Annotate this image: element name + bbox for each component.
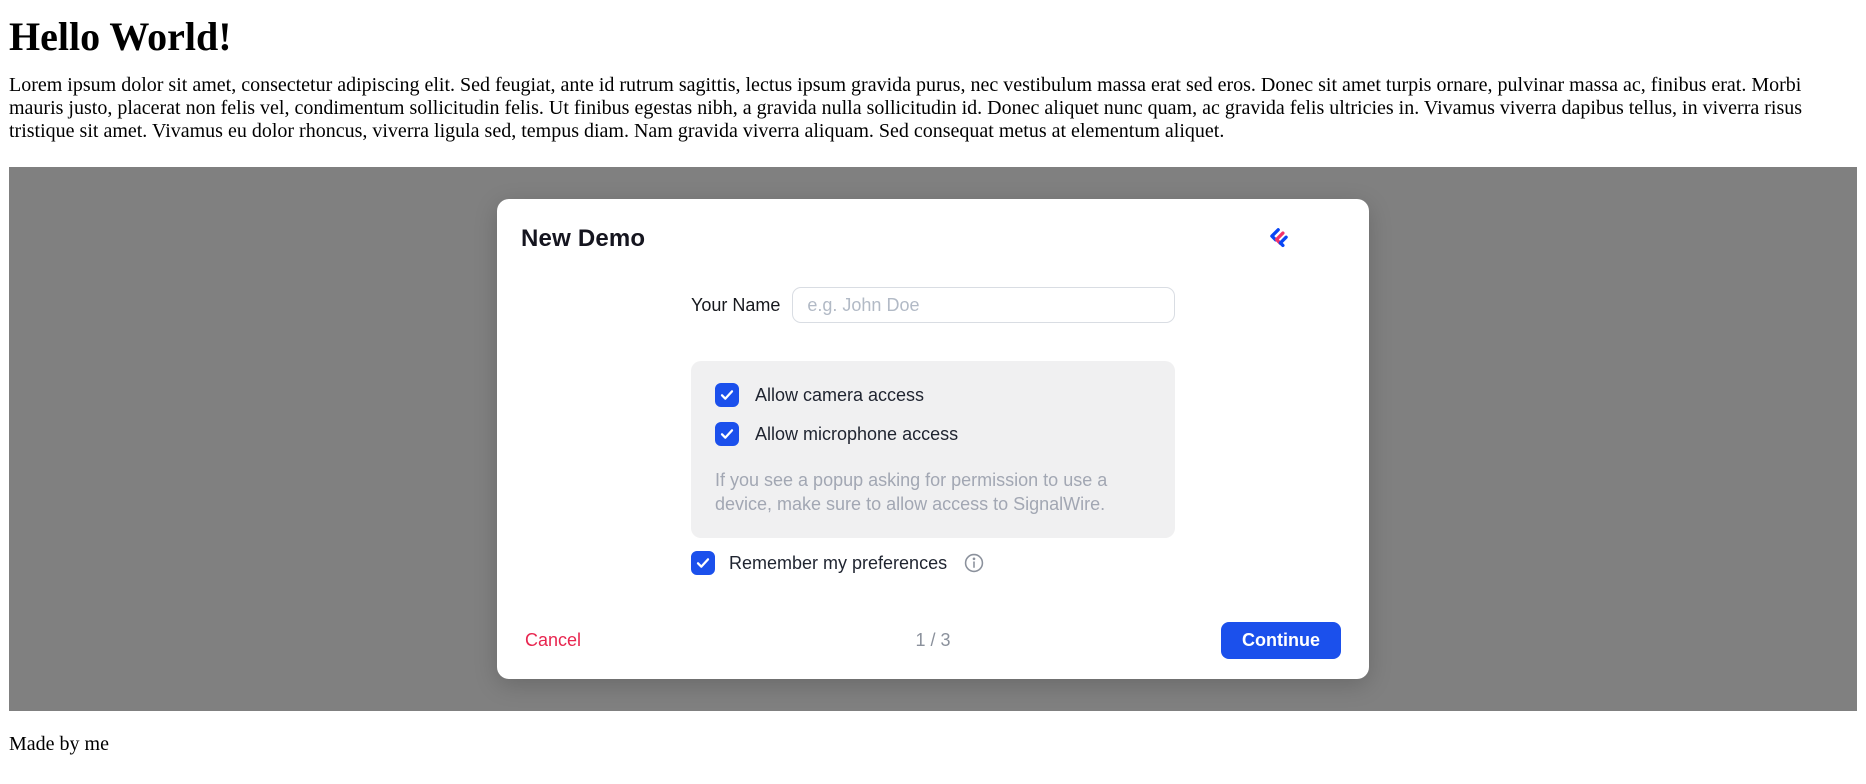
continue-button[interactable]: Continue xyxy=(1221,622,1341,659)
camera-access-row: Allow camera access xyxy=(715,383,1151,407)
info-icon[interactable] xyxy=(963,552,985,574)
modal-backdrop: New Demo Your Name xyxy=(9,167,1857,711)
checkmark-icon xyxy=(719,387,735,403)
intro-paragraph: Lorem ipsum dolor sit amet, consectetur … xyxy=(9,74,1857,143)
name-field-row: Your Name xyxy=(691,287,1175,323)
dialog-footer: Cancel 1 / 3 Continue xyxy=(497,622,1369,679)
page-title: Hello World! xyxy=(9,14,1857,60)
signalwire-logo-icon xyxy=(1267,227,1291,251)
microphone-access-checkbox[interactable] xyxy=(715,422,739,446)
permissions-panel: Allow camera access Allow microphone acc… xyxy=(691,361,1175,538)
checkmark-icon xyxy=(695,555,711,571)
step-indicator: 1 / 3 xyxy=(915,630,950,651)
remember-preferences-label: Remember my preferences xyxy=(729,553,947,574)
camera-access-checkbox[interactable] xyxy=(715,383,739,407)
remember-preferences-row: Remember my preferences xyxy=(691,551,1175,575)
name-input[interactable] xyxy=(792,287,1175,323)
checkmark-icon xyxy=(719,426,735,442)
made-by-note: Made by me xyxy=(9,733,1857,756)
dialog-body: Your Name Allow camera access xyxy=(691,287,1175,575)
permission-hint-text: If you see a popup asking for permission… xyxy=(715,468,1151,516)
name-field-label: Your Name xyxy=(691,295,780,316)
cancel-button[interactable]: Cancel xyxy=(525,630,581,651)
remember-preferences-checkbox[interactable] xyxy=(691,551,715,575)
microphone-access-row: Allow microphone access xyxy=(715,422,1151,446)
new-demo-dialog: New Demo Your Name xyxy=(497,199,1369,679)
microphone-access-label: Allow microphone access xyxy=(755,424,958,445)
camera-access-label: Allow camera access xyxy=(755,385,924,406)
dialog-header: New Demo xyxy=(497,199,1369,253)
dialog-title: New Demo xyxy=(521,225,645,253)
